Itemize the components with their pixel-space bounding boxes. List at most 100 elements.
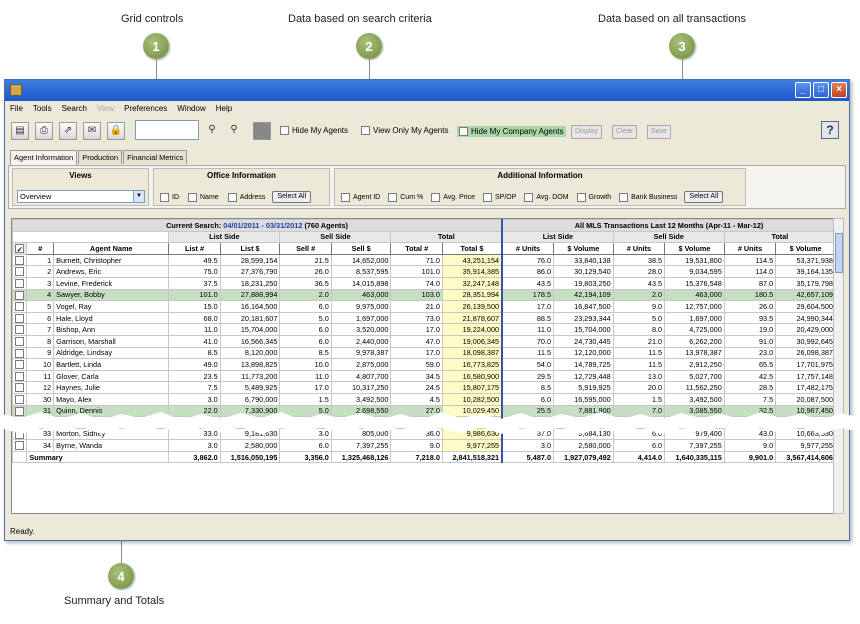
row-select-cell[interactable] [12,439,28,452]
col-rank[interactable]: # [26,242,55,255]
menu-window[interactable]: Window [177,104,205,113]
menu-preferences[interactable]: Preferences [124,104,167,113]
row-select-cell[interactable] [12,311,28,325]
row-select-cell[interactable] [12,323,28,336]
col-total-dollar[interactable]: Total $ [441,242,503,255]
office-name-checkbox[interactable] [188,192,197,202]
table-row[interactable]: 4 Sawyer, Bobby 101.0 27,888,994 2.0 463,000 1… [12,288,836,302]
search-input[interactable] [135,120,199,140]
row-checkbox[interactable] [15,255,24,265]
col-mls-total-volume[interactable]: $ Volume [775,242,836,255]
row-checkbox[interactable] [15,383,24,393]
clear-button[interactable]: Clear [612,125,637,139]
table-row[interactable]: 34 Byrne, Wanda 3.0 2,580,000 6.0 7,397,255 9.… [12,439,836,452]
row-checkbox[interactable] [15,302,24,312]
sp-op-checkbox[interactable] [482,192,492,202]
export-icon[interactable]: ⇗ [59,122,77,140]
col-mls-list-volume[interactable]: $ Volume [553,242,614,255]
row-checkbox[interactable] [15,371,24,381]
office-id-checkbox[interactable] [160,192,169,202]
table-row[interactable]: 8 Garrison, Marshall 41.0 16,566,345 6.0 2,44… [12,334,836,348]
menu-tools[interactable]: Tools [33,104,52,113]
help-icon[interactable]: ? [821,121,839,139]
close-button[interactable]: × [831,82,847,98]
row-select-cell[interactable] [12,288,28,302]
hide-my-agents-checkbox[interactable]: Hide My Agents [280,126,348,135]
row-select-cell[interactable] [12,334,28,348]
view-only-my-agents-checkbox[interactable]: View Only My Agents [361,126,448,135]
table-row[interactable]: 2 Andrews, Eric 75.0 27,376,790 26.0 8,537,59… [12,265,836,278]
table-row[interactable]: 30 Mayo, Alex 3.0 6,790,000 1.5 3,492,500 4.5 1… [12,392,836,406]
scrollbar-thumb[interactable] [835,233,843,273]
col-mls-sell-volume[interactable]: $ Volume [664,242,725,255]
row-checkbox[interactable] [15,290,24,300]
menu-help[interactable]: Help [216,104,232,113]
row-select-cell[interactable] [12,253,28,267]
col-mls-list-units[interactable]: # Units [501,242,555,255]
grid-scrollbar[interactable] [833,218,844,514]
report-icon[interactable]: ▤ [11,122,29,140]
additional-select-all-button[interactable]: Select All [684,191,724,203]
table-row[interactable]: 7 Bishop, Ann 11.0 15,704,000 6.0 3,520,000 17… [12,323,836,336]
row-checkbox[interactable] [15,348,24,358]
growth-checkbox[interactable] [576,192,586,202]
find-next-icon[interactable]: ⚲ [225,122,243,140]
col-list-dollar[interactable]: List $ [219,242,281,255]
row-checkbox[interactable] [15,279,24,289]
avg-dom-checkbox[interactable] [524,192,534,202]
row-select-cell[interactable] [12,381,28,394]
table-row[interactable]: 11 Glover, Carla 23.5 11,773,200 11.0 4,807,7… [12,369,836,383]
cum-pct-checkbox[interactable] [388,192,398,202]
bank-business-checkbox[interactable] [619,192,629,202]
row-checkbox[interactable] [15,337,24,347]
menu-file[interactable]: File [10,104,23,113]
tab-financial-metrics[interactable]: Financial Metrics [123,150,188,164]
minimize-button[interactable]: _ [795,82,811,98]
row-checkbox[interactable] [15,313,24,323]
row-select-cell[interactable] [12,276,28,290]
table-row[interactable]: 9 Aldridge, Lindsay 8.5 8,120,000 8.5 9,978,3… [12,346,836,360]
table-row[interactable]: 1 Burnett, Christopher 49.5 28,599,154 21.5 1… [12,253,836,267]
agent-id-checkbox[interactable] [341,192,350,202]
row-checkbox[interactable] [15,441,24,451]
table-row[interactable]: 12 Haynes, Julie 7.5 5,489,925 17.0 10,317,25… [12,381,836,394]
row-checkbox[interactable] [15,325,24,335]
col-sell-dollar[interactable]: Sell $ [330,242,392,255]
table-row[interactable]: 3 Levine, Frederick 37.5 18,231,250 36.5 14,0… [12,276,836,290]
tab-production[interactable]: Production [78,150,123,164]
table-row[interactable]: 10 Bartlett, Linda 49.0 13,898,825 10.0 2,875… [12,358,836,371]
row-select-cell[interactable] [12,346,28,360]
hide-my-company-agents-checkbox[interactable]: Hide My Company Agents [457,126,566,137]
col-mls-sell-units[interactable]: # Units [612,242,666,255]
row-select-cell[interactable] [12,265,28,278]
avg-price-checkbox[interactable] [431,192,441,202]
office-select-all-button[interactable]: Select All [272,191,312,203]
grid-icon[interactable] [253,122,271,140]
menu-search[interactable]: Search [62,104,87,113]
print-icon[interactable]: ⎙ [35,122,53,140]
select-all-checkbox[interactable]: ✓ [12,242,28,255]
row-checkbox[interactable] [15,394,24,404]
menu-view[interactable]: View [97,104,114,113]
maximize-button[interactable]: □ [813,82,829,98]
row-select-cell[interactable] [12,358,28,371]
save-button[interactable]: Save [647,125,671,139]
office-address-checkbox[interactable] [227,192,237,202]
row-checkbox[interactable] [15,360,24,370]
col-sell-count[interactable]: Sell # [279,242,332,255]
col-mls-total-units[interactable]: # Units [723,242,777,255]
views-select[interactable]: Overview ▼ [17,190,145,203]
row-select-cell[interactable] [12,300,28,313]
col-list-count[interactable]: List # [168,242,221,255]
find-icon[interactable]: ⚲ [203,122,221,140]
table-row[interactable]: 5 Vogel, Ray 15.0 16,164,500 6.0 9,975,000 21.… [12,300,836,313]
tab-agent-information[interactable]: Agent Information [10,150,78,165]
row-select-cell[interactable] [12,392,28,406]
row-select-cell[interactable] [12,369,28,383]
lock-icon[interactable]: 🔒 [107,122,125,140]
table-row[interactable]: 6 Hale, Lloyd 68.0 20,181,607 5.0 1,697,000 73… [12,311,836,325]
col-total-count[interactable]: Total # [390,242,443,255]
email-icon[interactable]: ✉ [83,122,101,140]
display-button[interactable]: Display [571,125,602,139]
col-agent-name[interactable]: Agent Name [53,242,170,255]
